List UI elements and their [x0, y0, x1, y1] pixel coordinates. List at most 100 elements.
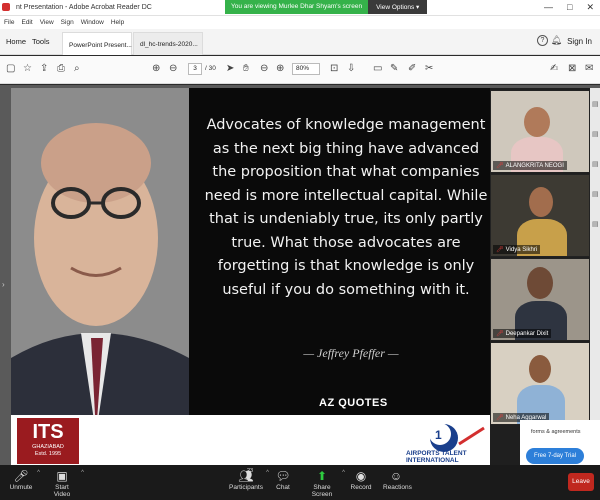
unmute-label: Unmute	[9, 484, 33, 491]
portrait-image	[11, 88, 189, 434]
speaker-portrait	[11, 88, 189, 434]
airports-talent-logo: 1 AIRPORTS TALENT INTERNATIONAL	[404, 414, 494, 464]
zoom-out-icon[interactable]: ⊖	[260, 63, 268, 75]
svg-text:1: 1	[435, 428, 442, 442]
chevron-up-icon[interactable]: ^	[266, 470, 269, 476]
participants-label: Participants	[229, 484, 263, 491]
window-controls: — □ ✕	[544, 2, 594, 13]
chevron-up-icon[interactable]: ^	[37, 470, 40, 476]
airports-text: AIRPORTS TALENT INTERNATIONAL	[406, 450, 467, 464]
participant-count: 23	[247, 468, 254, 474]
share-icon[interactable]: ☆	[23, 63, 32, 75]
participants-button[interactable]: 👥︎ 23 Participants ^	[229, 468, 269, 491]
page-up-icon[interactable]: ⊕	[152, 63, 160, 75]
share-screen-label: Share Screen	[311, 484, 333, 498]
create-icon[interactable]: ▢	[6, 63, 15, 75]
stamp-icon[interactable]: ✂	[425, 63, 433, 75]
doc-tab-label: dl_hc-trends-2020...	[140, 41, 198, 48]
select-cursor-icon[interactable]: ➤	[226, 63, 234, 75]
chevron-up-icon[interactable]: ^	[342, 470, 345, 476]
doc-tab-active[interactable]: PowerPoint Present... ✕	[62, 32, 145, 55]
minimize-button[interactable]: —	[544, 2, 553, 13]
maximize-button[interactable]: □	[567, 2, 572, 13]
quote-author: — Jeffrey Pfeffer —	[303, 346, 399, 360]
airport-globe-icon: 1	[429, 423, 485, 452]
help-icon[interactable]: ?	[537, 35, 548, 46]
left-scroll-arrow-icon[interactable]: ›	[2, 280, 5, 289]
side-tool-icon[interactable]: ▤	[592, 220, 599, 228]
fit-page-icon[interactable]: ⊡	[330, 63, 338, 75]
hand-icon[interactable]: ✋︎	[243, 63, 249, 75]
sign-in-button[interactable]: Sign In	[567, 37, 592, 46]
print-icon[interactable]: ⎙	[57, 63, 65, 75]
mic-muted-icon: 🎤︎	[13, 469, 29, 483]
page-down-icon[interactable]: ⊖	[169, 63, 177, 75]
upload-icon[interactable]: ⇪	[40, 63, 48, 75]
more-tools-icon[interactable]: ✉	[585, 63, 593, 75]
side-tool-icon[interactable]: ▤	[592, 160, 599, 168]
participant-tile[interactable]: 🎤︎ Vidya Sikhri	[490, 174, 590, 257]
close-button[interactable]: ✕	[586, 2, 594, 13]
tab-bar: Home Tools PowerPoint Present... ✕ dl_hc…	[0, 29, 600, 55]
scroll-mode-icon[interactable]: ⇩	[347, 63, 355, 75]
menu-bar: File Edit View Sign Window Help	[0, 16, 600, 29]
side-tool-icon[interactable]: ▤	[592, 100, 599, 108]
participant-tile[interactable]: 🎤︎ Neha Aggarwal	[490, 342, 590, 425]
participant-name: 🎤︎ Vidya Sikhri	[493, 245, 541, 254]
chevron-up-icon[interactable]: ^	[81, 470, 84, 476]
acrobat-toolbar: ▢ ☆ ⇪ ⎙ ⌕ ⊕ ⊖ 3 / 30 ➤ ✋︎ ⊖ ⊕ 80% ⊡ ⇩ ▭ …	[0, 56, 600, 84]
export-icon[interactable]: ⊠	[568, 63, 576, 75]
quote-text: Advocates of knowledge management as the…	[204, 117, 488, 298]
participant-name: 🎤︎ ALANGKRITA NEOGI	[493, 161, 567, 170]
share-message: You are viewing Murlee Dhar Shyam's scre…	[225, 0, 369, 14]
menu-sign[interactable]: Sign	[61, 19, 74, 26]
tab-tools[interactable]: Tools	[32, 37, 50, 46]
doc-tab-inactive[interactable]: dl_hc-trends-2020...	[133, 32, 203, 55]
page-total: / 30	[205, 65, 216, 72]
page-number-input[interactable]: 3	[188, 63, 202, 75]
forms-link[interactable]: forms & agreements	[531, 429, 581, 435]
highlight-icon[interactable]: ✐	[408, 63, 416, 75]
comment-icon[interactable]: ▭	[373, 63, 382, 75]
leave-button[interactable]: Leave	[568, 473, 594, 491]
app-icon	[2, 3, 10, 11]
search-icon[interactable]: ⌕	[74, 63, 80, 75]
right-tools-strip	[590, 88, 600, 465]
zoom-level[interactable]: 80%	[292, 63, 320, 75]
zoom-share-banner: You are viewing Murlee Dhar Shyam's scre…	[225, 0, 428, 14]
slide-page: Advocates of knowledge management as the…	[11, 88, 491, 434]
bell-icon[interactable]: 🔔︎	[551, 35, 562, 46]
side-tool-icon[interactable]: ▤	[592, 130, 599, 138]
share-screen-button[interactable]: ⬆ Share Screen ^	[305, 468, 345, 498]
participants-icon: 👥︎	[238, 469, 254, 483]
reactions-button[interactable]: ☺ Reactions	[383, 468, 412, 491]
start-video-button[interactable]: ▣ Start Video ^	[46, 468, 84, 498]
zoom-in-icon[interactable]: ⊕	[276, 63, 284, 75]
menu-help[interactable]: Help	[111, 19, 124, 26]
azquotes-logo: AZ QUOTES	[319, 397, 388, 409]
its-logo: ITS GHAZIABAD Estd. 1995	[17, 418, 79, 464]
reactions-icon: ☺	[389, 469, 403, 483]
share-screen-icon: ⬆	[316, 469, 328, 483]
view-options-button[interactable]: View Options ▾	[368, 0, 428, 14]
free-trial-button[interactable]: Free 7-day Trial	[526, 448, 584, 464]
its-logo-subtitle: GHAZIABAD	[32, 444, 64, 450]
participant-name: 🎤︎ Deepankar Dixit	[493, 329, 552, 338]
chat-button[interactable]: 💬︎ Chat	[274, 468, 292, 491]
pen-icon[interactable]: ✎	[390, 63, 398, 75]
sign-icon[interactable]: ✍︎	[550, 63, 558, 75]
menu-window[interactable]: Window	[81, 19, 104, 26]
menu-edit[interactable]: Edit	[21, 19, 32, 26]
video-off-icon: ▣	[56, 469, 68, 483]
menu-file[interactable]: File	[4, 19, 14, 26]
tab-home[interactable]: Home	[6, 37, 26, 46]
record-button[interactable]: ◉ Record	[350, 468, 372, 491]
participant-tile[interactable]: 🎤︎ ALANGKRITA NEOGI	[490, 90, 590, 173]
chat-label: Chat	[276, 484, 290, 491]
side-tool-icon[interactable]: ▤	[592, 190, 599, 198]
window-title: nt Presentation - Adobe Acrobat Reader D…	[16, 4, 152, 11]
menu-view[interactable]: View	[40, 19, 54, 26]
zoom-control-bar: 🎤︎ Unmute ^ ▣ Start Video ^ 👥︎ 23 Partic…	[0, 465, 600, 500]
participant-tile[interactable]: 🎤︎ Deepankar Dixit	[490, 258, 590, 341]
unmute-button[interactable]: 🎤︎ Unmute ^	[8, 468, 40, 491]
